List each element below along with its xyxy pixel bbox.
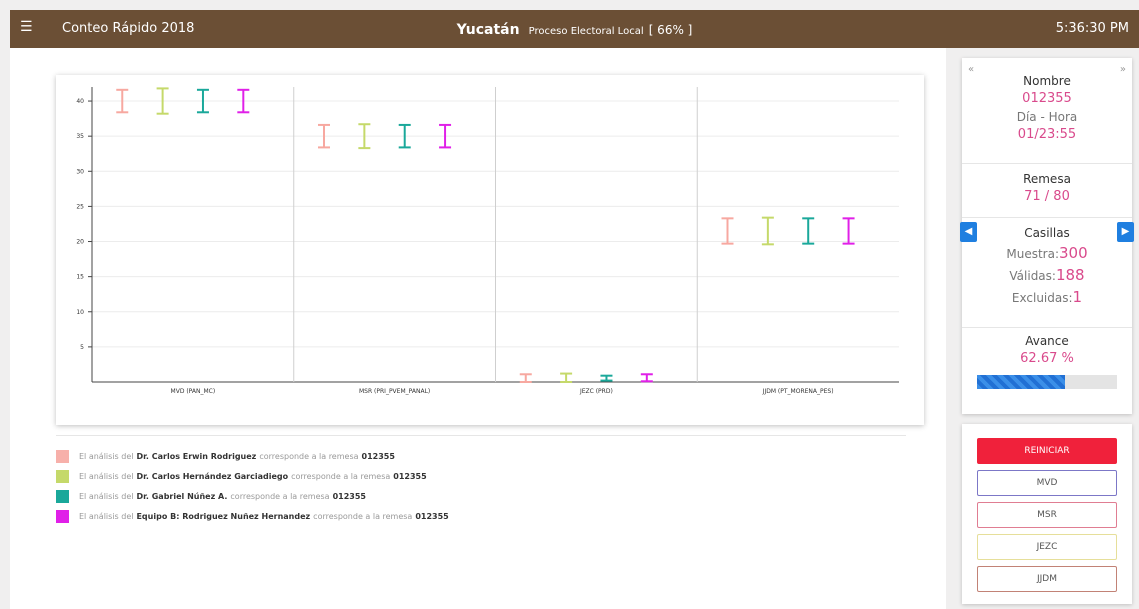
y-tick-label: 40 [76,98,84,105]
error-bar [842,217,855,245]
error-bar-chart: 5 10 15 20 25 30 35 40 MVD (PAN_MC) MSR (PRI_PVEM… [76,87,899,395]
legend-prefix: El análisis del [79,451,134,461]
x-tick-label: MVD (PAN_MC) [171,388,216,395]
main-content: 5 10 15 20 25 30 35 40 MVD (PAN_MC) MSR (PRI_PVEM… [10,48,946,609]
error-bar [802,217,815,245]
nombre-value: 012355 [1022,91,1072,106]
legend-remesa: 012355 [332,491,366,501]
legend-name: Dr. Carlos Hernández Garciadiego [136,471,289,481]
info-panel: « » Nombre 012355 Día - Hora 01/23:55 Re… [960,58,1134,414]
legend-middle: corresponde a la remesa [291,471,391,481]
error-bar [721,217,734,245]
clock: 5:36:30 PM [1055,21,1129,36]
dia-hora-value: 01/23:55 [1017,127,1077,142]
avance-section: Avance 62.67 % [962,334,1132,366]
dia-hora-label: Día - Hora [1016,110,1078,124]
y-tick-label: 35 [76,133,84,140]
validas-value: 188 [1055,266,1085,284]
excluidas-value: 1 [1072,288,1083,306]
error-bar [519,373,532,383]
legend-remesa: 012355 [393,471,427,481]
nombre-label: Nombre [1023,74,1071,88]
state-name: Yucatán [456,22,520,38]
y-tick-label: 30 [76,168,84,175]
legend-middle: corresponde a la remesa [313,511,413,521]
legend-prefix: El análisis del [79,491,134,501]
nombre-section: Nombre 012355 Día - Hora 01/23:55 [962,74,1132,164]
filter-panel: REINICIAR MVD MSR JEZC JJDM [962,424,1132,604]
muestra-row: Muestra:300 [962,244,1132,262]
process-name: Proceso Electoral Local [528,26,644,37]
jjdm-button[interactable]: JJDM [977,566,1117,592]
remesa-section: Remesa 71 / 80 [962,172,1132,218]
x-tick-label: JJDM (PT_MORENA_PES) [762,388,834,395]
legend-swatch [56,489,69,503]
error-bar [600,374,613,382]
analysis-legend: El análisis del Dr. Carlos Erwin Rodrigue… [56,446,449,526]
legend-item: El análisis del Dr. Carlos Erwin Rodrigue… [56,446,449,466]
error-bar [640,373,653,383]
remesa-value: 71 / 80 [1024,189,1070,204]
jezc-button[interactable]: JEZC [977,534,1117,560]
error-bar [761,216,774,246]
legend-prefix: El análisis del [79,511,134,521]
y-tick-label: 5 [80,344,84,351]
validas-row: Válidas:188 [962,266,1132,284]
validas-label: Válidas: [1009,269,1056,283]
excluidas-label: Excluidas: [1011,291,1073,305]
avance-progress-bar [977,375,1117,389]
chart-card: 5 10 15 20 25 30 35 40 MVD (PAN_MC) MSR (PRI_PVEM… [56,75,924,425]
avance-label: Avance [1025,334,1069,348]
excluidas-row: Excluidas:1 [962,288,1132,306]
x-tick-label: JEZC (PRD) [579,388,613,395]
legend-name: Dr. Gabriel Núñez A. [136,491,228,501]
legend-item: El análisis del Dr. Gabriel Núñez A. corre… [56,486,449,506]
avance-value: 62.67 % [1020,351,1074,366]
y-tick-label: 20 [76,239,84,246]
legend-item: El análisis del Equipo B: Rodriguez Nuñez… [56,506,449,526]
legend-swatch [56,469,69,483]
muestra-label: Muestra: [1006,247,1059,261]
legend-middle: corresponde a la remesa [259,451,359,461]
divider [56,435,906,436]
legend-remesa: 012355 [415,511,449,521]
legend-middle: corresponde a la remesa [230,491,330,501]
legend-swatch [56,449,69,463]
casillas-section: Casillas Muestra:300 Válidas:188 Excluid… [962,226,1132,328]
casillas-label: Casillas [1024,226,1070,240]
y-tick-label: 10 [76,309,84,316]
mvd-button[interactable]: MVD [977,470,1117,496]
y-tick-label: 15 [76,274,84,281]
top-bar: ☰ Conteo Rápido 2018 Yucatán Proceso Ele… [10,10,1139,48]
legend-item: El análisis del Dr. Carlos Hernández Garc… [56,466,449,486]
reset-button[interactable]: REINICIAR [977,438,1117,464]
remesa-label: Remesa [1023,172,1071,186]
error-bar [560,372,573,383]
legend-name: Equipo B: Rodriguez Nuñez Hernandez [136,511,311,521]
header-center: Yucatán Proceso Electoral Local [ 66% ] [10,19,1139,38]
y-tick-label: 25 [76,203,84,210]
msr-button[interactable]: MSR [977,502,1117,528]
process-percent: [ 66% ] [648,23,693,37]
muestra-value: 300 [1059,244,1088,262]
legend-prefix: El análisis del [79,471,134,481]
legend-name: Dr. Carlos Erwin Rodriguez [136,451,257,461]
legend-swatch [56,509,69,523]
x-tick-label: MSR (PRI_PVEM_PANAL) [359,388,430,395]
avance-progress-fill [977,375,1065,389]
legend-remesa: 012355 [361,451,395,461]
